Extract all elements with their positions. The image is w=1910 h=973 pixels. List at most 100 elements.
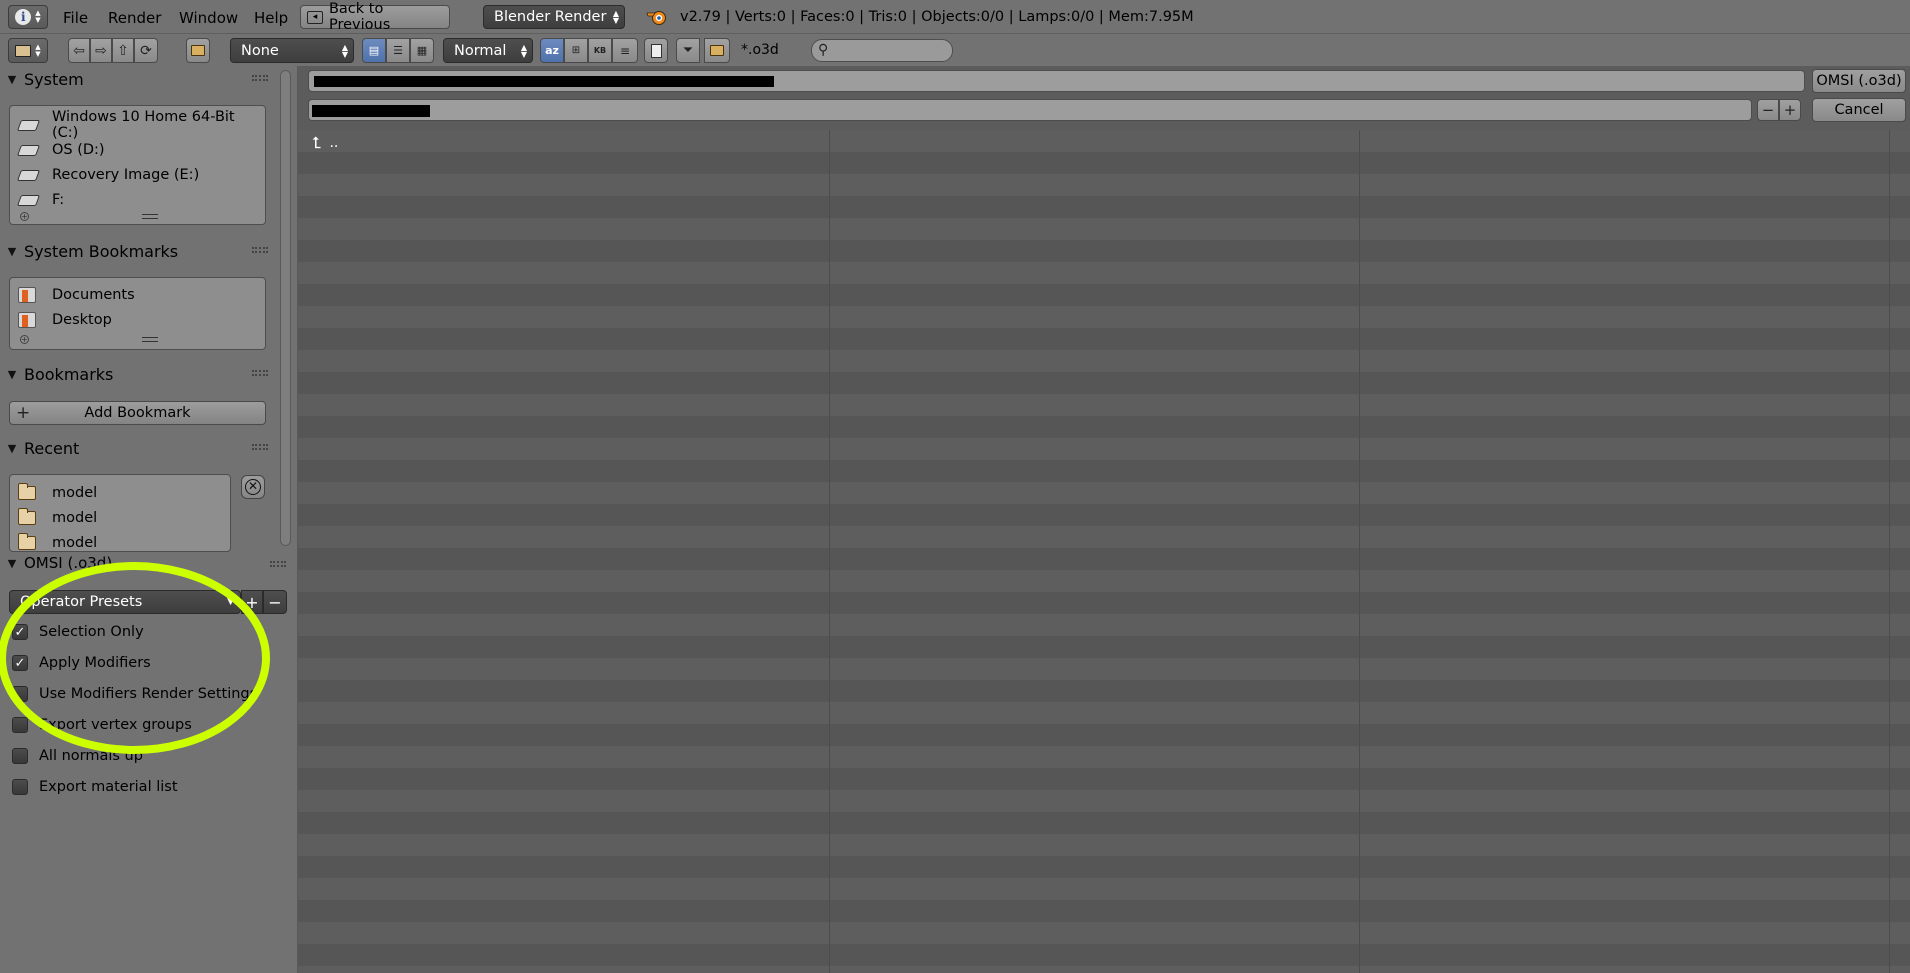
arrow-up-icon: ⇧ (117, 42, 129, 59)
desktop-folder-icon (18, 312, 36, 328)
add-bookmark-button[interactable]: + Add Bookmark (9, 401, 266, 425)
editor-type-selector[interactable]: i ▲ ▼ (8, 5, 48, 29)
recent-folder-label: model (52, 535, 98, 551)
checkbox[interactable] (12, 779, 28, 795)
expand-list-icon[interactable]: + (20, 335, 29, 344)
show-hidden-button[interactable] (644, 38, 668, 63)
drive-label: Recovery Image (E:) (52, 167, 200, 183)
list-item[interactable]: OS (D:) (18, 139, 105, 161)
list-item[interactable]: Recovery Image (E:) (18, 164, 199, 186)
list-item[interactable]: model (18, 507, 97, 529)
highlight-ellipse-annotation (0, 562, 270, 754)
filter-glob-text[interactable]: *.o3d (741, 42, 779, 58)
cancel-button[interactable]: Cancel (1812, 98, 1906, 122)
file-browser-sidebar: ▼ System Windows 10 Home 64-Bit (C:) OS … (0, 66, 298, 973)
clear-recent-button[interactable]: ✕ (241, 475, 265, 499)
menu-help[interactable]: Help (254, 9, 288, 27)
drive-label: F: (52, 192, 65, 208)
menu-window[interactable]: Window (179, 9, 238, 27)
render-engine-label: Blender Render (494, 9, 607, 25)
option-export-material-list[interactable]: Export material list (12, 776, 178, 798)
back-to-previous-button[interactable]: ◂ Back to Previous (300, 1, 450, 33)
sort-alpha-button[interactable]: az (540, 38, 564, 63)
redacted-filename (312, 105, 430, 117)
blender-logo-icon (646, 8, 668, 26)
drag-grip-icon[interactable] (252, 75, 268, 81)
list-item[interactable]: F: (18, 189, 64, 211)
back-window-icon: ◂ (307, 10, 323, 24)
sort-extension-button[interactable]: ⊞ (564, 38, 588, 63)
filename-field[interactable] (308, 99, 1752, 121)
create-directory-button[interactable] (186, 38, 210, 63)
drive-icon (18, 119, 38, 131)
file-list-rows (298, 130, 1910, 973)
drag-grip-icon[interactable] (252, 370, 268, 376)
collapse-triangle-icon: ▼ (7, 72, 17, 86)
close-icon: ✕ (245, 479, 261, 495)
add-bookmark-label: Add Bookmark (84, 405, 191, 421)
filter-icon: ⏷ (682, 43, 694, 58)
bookmarks-panel-header[interactable]: ▼ Bookmarks (0, 361, 278, 387)
sidebar-scrollbar[interactable] (278, 66, 292, 551)
menu-render[interactable]: Render (108, 9, 161, 27)
list-item[interactable]: model (18, 532, 98, 551)
next-folder-button[interactable]: ⇨ (90, 38, 112, 63)
increment-filename-button[interactable]: + (1779, 99, 1801, 121)
expand-list-icon[interactable]: + (20, 212, 29, 221)
bookmark-label: Desktop (52, 312, 112, 328)
display-long-list-button[interactable]: ☰ (386, 38, 410, 63)
list-item[interactable]: model (18, 482, 97, 504)
parent-directory-item[interactable]: ⮤ .. (312, 132, 338, 154)
filter-folders-button[interactable] (704, 38, 730, 63)
system-bookmarks-panel-header[interactable]: ▼ System Bookmarks (0, 238, 278, 264)
recent-panel-header[interactable]: ▼ Recent (0, 435, 278, 461)
info-icon: i (15, 9, 32, 25)
file-list-area: OMSI (.o3d) − + Cancel ⮤ .. (298, 66, 1910, 973)
filter-toggle-button[interactable]: ⏷ (676, 38, 700, 63)
sort-size-button[interactable]: KB (588, 38, 612, 63)
drag-grip-icon[interactable] (252, 247, 268, 253)
column-divider (1359, 130, 1360, 973)
display-short-list-button[interactable]: ▤ (362, 38, 386, 63)
menu-file[interactable]: File (63, 9, 88, 27)
parent-folder-button[interactable]: ⇧ (112, 38, 134, 63)
recursion-dropdown[interactable]: None ▲ ▼ (230, 38, 354, 63)
minus-icon: − (1761, 101, 1775, 119)
file-browser-icon (15, 44, 32, 57)
scrollbar-thumb[interactable] (280, 70, 291, 546)
render-engine-dropdown[interactable]: Blender Render ▲ ▼ (483, 5, 625, 29)
thumbnails-icon: ▦ (416, 44, 428, 57)
drag-grip-icon[interactable] (252, 444, 268, 450)
system-panel-header[interactable]: ▼ System (0, 66, 278, 92)
editor-type-selector-filebrowser[interactable]: ▲ ▼ (8, 38, 48, 63)
refresh-button[interactable]: ⟳ (134, 38, 158, 63)
recent-panel-title: Recent (24, 438, 80, 458)
list-resize-handle[interactable] (142, 214, 158, 219)
decrement-filename-button[interactable]: − (1757, 99, 1779, 121)
system-bookmarks-panel-title: System Bookmarks (24, 241, 179, 261)
ghost-file-icon (650, 43, 662, 58)
list-item[interactable]: Desktop (18, 309, 112, 331)
list-resize-handle[interactable] (142, 337, 158, 342)
back-to-previous-label: Back to Previous (328, 1, 391, 33)
sort-time-icon: ≡ (619, 43, 631, 58)
recursion-label: None (241, 42, 279, 59)
collapse-triangle-icon: ▼ (7, 244, 17, 258)
recent-folders-list: model model model (9, 474, 231, 552)
list-item[interactable]: Windows 10 Home 64-Bit (C:) (18, 109, 265, 141)
recent-folder-label: model (52, 510, 98, 526)
previous-folder-button[interactable]: ⇦ (68, 38, 90, 63)
export-button[interactable]: OMSI (.o3d) (1812, 69, 1906, 93)
drive-label: Windows 10 Home 64-Bit (C:) (51, 109, 235, 141)
scene-stats: v2.79 | Verts:0 | Faces:0 | Tris:0 | Obj… (680, 9, 1194, 25)
column-divider (829, 130, 830, 973)
directory-path-field[interactable] (308, 70, 1805, 92)
sort-time-button[interactable]: ≡ (612, 38, 638, 63)
display-thumbnails-button[interactable]: ▦ (410, 38, 434, 63)
file-search-field[interactable]: ⚲ (811, 39, 953, 62)
search-icon: ⚲ (818, 42, 829, 58)
drive-label: OS (D:) (52, 142, 105, 158)
column-divider (1889, 130, 1890, 973)
display-size-dropdown[interactable]: Normal ▲ ▼ (443, 38, 533, 63)
list-item[interactable]: Documents (18, 284, 135, 306)
